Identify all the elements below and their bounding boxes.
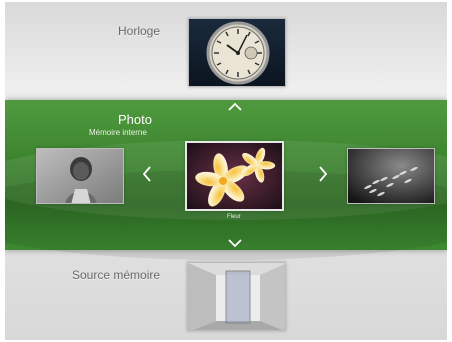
next-photo-thumbnail[interactable] (347, 148, 435, 204)
flower-image (187, 143, 282, 209)
portrait-image (37, 149, 123, 203)
photo-subtitle: Mémoire interne (89, 128, 147, 137)
fish-image (348, 149, 434, 203)
photo-title: Photo (118, 112, 152, 127)
selected-photo-thumbnail[interactable] (185, 141, 284, 211)
photo-frame-menu: Horloge Photo Mémoire interne Fleur Sour… (5, 2, 447, 340)
memory-source-thumbnail[interactable] (187, 262, 286, 331)
clock-icon (206, 21, 270, 85)
memory-source-label: Source mémoire (72, 268, 161, 282)
clock-label: Horloge (118, 24, 161, 38)
chevron-up-icon[interactable] (228, 98, 242, 116)
memory-room-image (188, 263, 285, 330)
clock-thumbnail[interactable] (188, 18, 286, 87)
chevron-left-icon[interactable] (142, 166, 152, 186)
chevron-down-icon[interactable] (228, 234, 242, 252)
previous-photo-thumbnail[interactable] (36, 148, 124, 204)
chevron-right-icon[interactable] (318, 166, 328, 186)
selected-photo-caption: Fleur (227, 214, 241, 220)
